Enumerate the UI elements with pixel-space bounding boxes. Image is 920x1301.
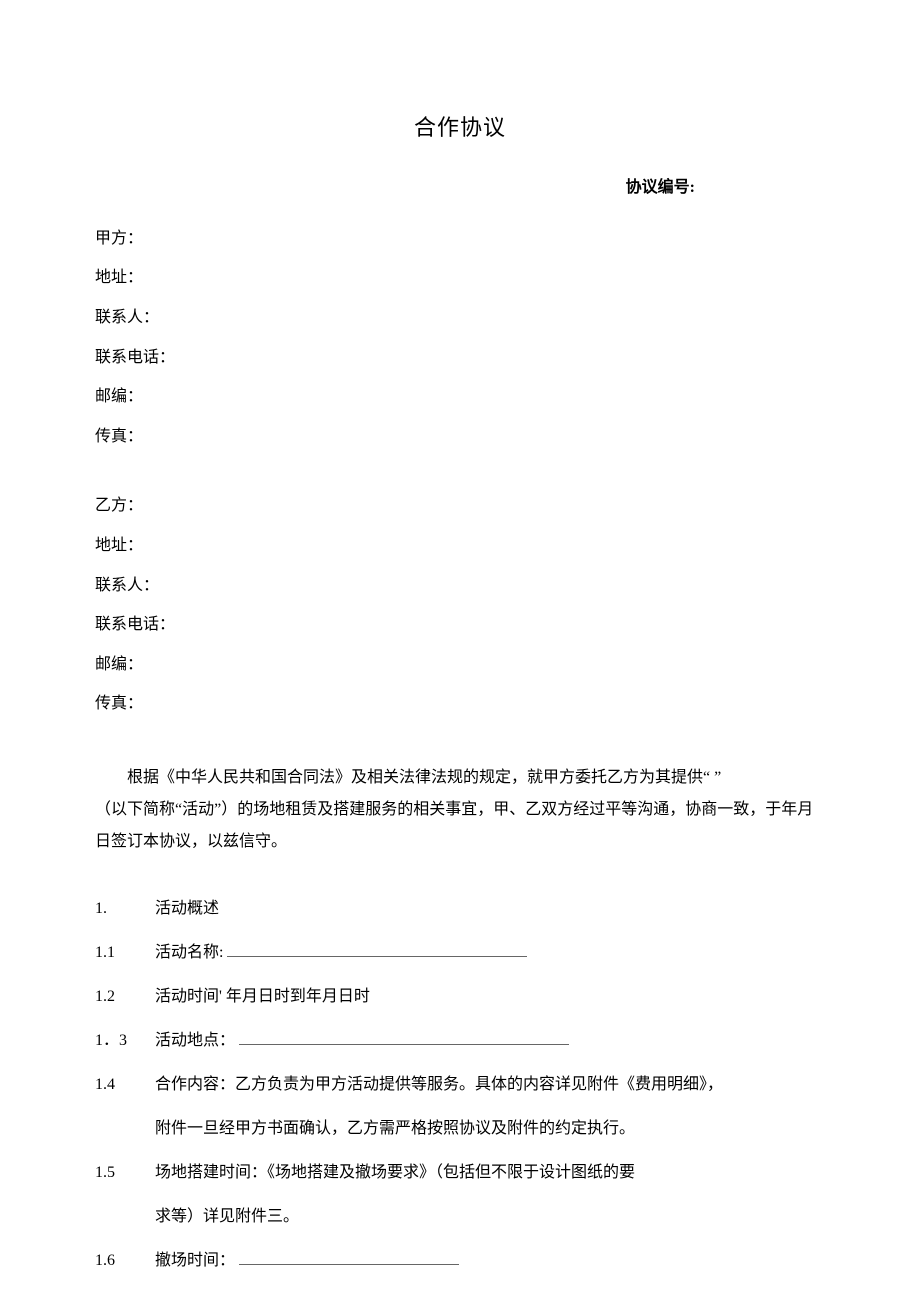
section-1-5-cont: 求等）详见附件三。 bbox=[155, 1201, 825, 1233]
section-1-6: 1.6 撤场时间： bbox=[95, 1245, 825, 1277]
section-1-5: 1.5 场地搭建时间：《场地搭建及撤场要求》（包括但不限于设计图纸的要 bbox=[95, 1157, 825, 1189]
document-title: 合作协议 bbox=[95, 110, 825, 145]
section-1-num: 1. bbox=[95, 893, 155, 925]
party-a-contact: 联系人： bbox=[95, 305, 825, 331]
party-a-phone: 联系电话： bbox=[95, 345, 825, 371]
section-1: 1. 活动概述 bbox=[95, 893, 825, 925]
section-1-1-num: 1.1 bbox=[95, 937, 155, 969]
party-a-name: 甲方： bbox=[95, 226, 825, 252]
section-1-1-body: 活动名称: bbox=[155, 937, 825, 969]
blank-line bbox=[227, 942, 527, 957]
party-b-name: 乙方： bbox=[95, 493, 825, 519]
party-b-address: 地址： bbox=[95, 533, 825, 559]
section-1-6-num: 1.6 bbox=[95, 1245, 155, 1277]
section-1-4: 1.4 合作内容：乙方负责为甲方活动提供等服务。具体的内容详见附件《费用明细》， bbox=[95, 1069, 825, 1101]
section-1-3-text: 活动地点： bbox=[155, 1032, 235, 1049]
section-1-2: 1.2 活动时间' 年月日时到年月日时 bbox=[95, 981, 825, 1013]
section-1-4-num: 1.4 bbox=[95, 1069, 155, 1101]
party-b-zip: 邮编： bbox=[95, 652, 825, 678]
party-b-phone: 联系电话： bbox=[95, 612, 825, 638]
party-a-zip: 邮编： bbox=[95, 384, 825, 410]
section-1-1: 1.1 活动名称: bbox=[95, 937, 825, 969]
section-1-6-body: 撤场时间： bbox=[155, 1245, 825, 1277]
section-1-1-text: 活动名称: bbox=[155, 944, 223, 961]
intro-paragraph-line2: （以下简称“活动”）的场地租赁及搭建服务的相关事宜，甲、乙双方经过平等沟通，协商… bbox=[95, 794, 825, 858]
party-b-fax: 传真： bbox=[95, 691, 825, 717]
section-1-2-num: 1.2 bbox=[95, 981, 155, 1013]
section-1-text: 活动概述 bbox=[155, 893, 825, 925]
blank-line bbox=[239, 1250, 459, 1265]
party-b-contact: 联系人： bbox=[95, 573, 825, 599]
section-1-3-num: 1．3 bbox=[95, 1025, 155, 1057]
section-1-2-text: 活动时间' 年月日时到年月日时 bbox=[155, 981, 825, 1013]
section-list: 1. 活动概述 1.1 活动名称: 1.2 活动时间' 年月日时到年月日时 1．… bbox=[95, 893, 825, 1277]
party-a-fax: 传真： bbox=[95, 424, 825, 450]
intro-paragraph-line1: 根据《中华人民共和国合同法》及相关法律法规的规定，就甲方委托乙方为其提供“ ” bbox=[95, 762, 825, 794]
contract-number-label: 协议编号: bbox=[95, 175, 825, 201]
party-a-address: 地址： bbox=[95, 265, 825, 291]
section-1-3: 1．3 活动地点： bbox=[95, 1025, 825, 1057]
section-1-4-text: 合作内容：乙方负责为甲方活动提供等服务。具体的内容详见附件《费用明细》， bbox=[155, 1069, 825, 1101]
section-1-5-text: 场地搭建时间：《场地搭建及撤场要求》（包括但不限于设计图纸的要 bbox=[155, 1157, 825, 1189]
section-1-3-body: 活动地点： bbox=[155, 1025, 825, 1057]
section-1-5-num: 1.5 bbox=[95, 1157, 155, 1189]
section-1-4-cont: 附件一旦经甲方书面确认，乙方需严格按照协议及附件的约定执行。 bbox=[155, 1113, 825, 1145]
section-1-6-text: 撤场时间： bbox=[155, 1252, 235, 1269]
blank-line bbox=[239, 1030, 569, 1045]
